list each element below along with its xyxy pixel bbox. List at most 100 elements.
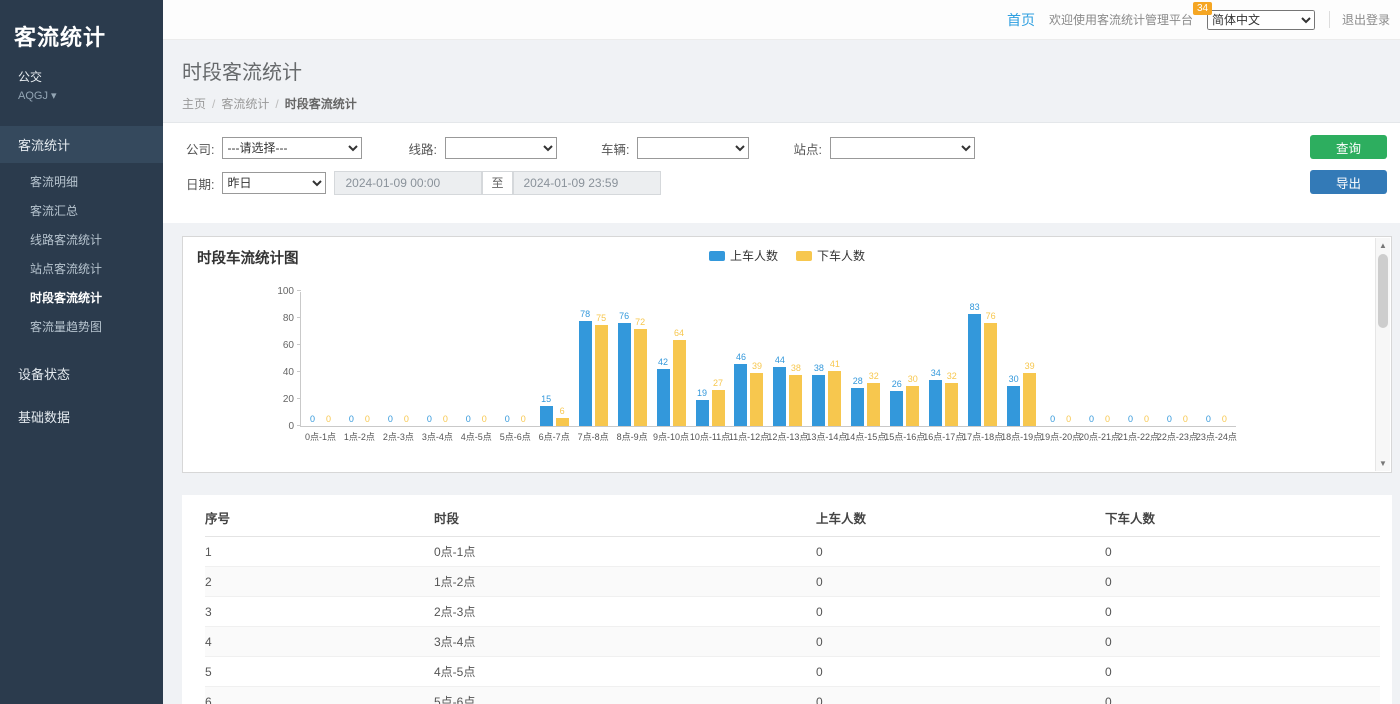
breadcrumb-item[interactable]: 客流统计	[221, 95, 269, 112]
x-axis-label: 9点-10点	[653, 430, 689, 443]
bar-value-label: 0	[1128, 414, 1133, 425]
bar	[851, 388, 864, 426]
legend-swatch	[709, 251, 725, 261]
bar-value-label: 0	[521, 414, 526, 425]
bar-column: 32	[866, 371, 882, 426]
scrollbar-thumb[interactable]	[1378, 254, 1388, 328]
bar-value-label: 0	[388, 414, 393, 425]
filter-panel: 公司: ---请选择--- 线路: 车辆: 站点: 日期: 昨日 至 查询 导出	[163, 122, 1400, 223]
date-end-input[interactable]	[513, 171, 661, 195]
bar-group: 0019点-20点	[1041, 292, 1080, 426]
date-start-input[interactable]	[334, 171, 482, 195]
bar	[750, 373, 763, 426]
bar	[556, 418, 569, 426]
legend-item[interactable]: 下车人数	[796, 247, 865, 264]
y-axis-tick-label: 60	[283, 340, 294, 351]
bar	[712, 390, 725, 426]
bar-value-label: 72	[635, 317, 645, 328]
bar-column: 6	[554, 406, 570, 426]
bar-value-label: 0	[427, 414, 432, 425]
bar-value-label: 41	[830, 359, 840, 370]
bar-value-label: 76	[619, 311, 629, 322]
sidebar-section-passenger-stats[interactable]: 客流统计	[0, 126, 163, 163]
bar	[657, 369, 670, 426]
bar-column: 41	[827, 359, 843, 426]
date-to-label: 至	[482, 171, 512, 195]
bar-column: 26	[889, 379, 905, 426]
line-select[interactable]	[445, 137, 557, 159]
table-cell: 0	[1105, 627, 1380, 657]
bar-value-label: 32	[947, 371, 957, 382]
bar-value-label: 0	[404, 414, 409, 425]
bar-group: 42649点-10点	[652, 292, 691, 426]
breadcrumb-item[interactable]: 主页	[182, 95, 206, 112]
vehicle-select[interactable]	[637, 137, 749, 159]
table-cell: 3点-4点	[434, 627, 816, 657]
bar-value-label: 0	[1050, 414, 1055, 425]
logout-link[interactable]: 退出登录	[1329, 11, 1390, 28]
topbar: 首页 欢迎使用客流统计管理平台 34 简体中文 退出登录	[163, 0, 1400, 40]
bar	[890, 391, 903, 426]
scroll-down-icon[interactable]: ▼	[1376, 459, 1390, 468]
scroll-up-icon[interactable]: ▲	[1376, 241, 1390, 250]
action-buttons: 查询 导出	[1310, 135, 1387, 194]
date-preset-select[interactable]: 昨日	[222, 172, 326, 194]
sidebar-item[interactable]: 线路客流统计	[0, 225, 163, 254]
sidebar-item[interactable]: 客流量趋势图	[0, 312, 163, 341]
bar-value-label: 46	[736, 352, 746, 363]
chart-plot: 020406080100000点-1点001点-2点002点-3点003点-4点…	[300, 292, 1236, 427]
sidebar-section-base-data[interactable]: 基础数据	[0, 398, 163, 435]
export-button[interactable]: 导出	[1310, 170, 1387, 194]
bar-group: 003点-4点	[418, 292, 457, 426]
bar-column: 0	[421, 414, 437, 426]
sidebar-item[interactable]: 时段客流统计	[0, 283, 163, 312]
line-label: 线路:	[408, 139, 436, 158]
bar-value-label: 0	[310, 414, 315, 425]
sidebar-section-device-status[interactable]: 设备状态	[0, 355, 163, 392]
bar-column: 0	[1161, 414, 1177, 426]
bar-value-label: 76	[986, 311, 996, 322]
x-axis-label: 21点-22点	[1118, 430, 1159, 443]
bar-column: 0	[343, 414, 359, 426]
query-button[interactable]: 查询	[1310, 135, 1387, 159]
company-select[interactable]: ---请选择---	[222, 137, 362, 159]
x-axis-label: 14点-15点	[845, 430, 886, 443]
bar	[734, 364, 747, 426]
y-axis-tick-mark	[297, 290, 301, 291]
bar-column: 30	[905, 374, 921, 427]
bar-group: 0021点-22点	[1119, 292, 1158, 426]
bar-group: 192710点-11点	[691, 292, 730, 426]
user-dropdown[interactable]: AQGJ ▾	[18, 89, 149, 102]
bar-column: 0	[437, 414, 453, 426]
bar-value-label: 0	[1222, 414, 1227, 425]
station-select[interactable]	[830, 137, 975, 159]
bar	[1007, 386, 1020, 427]
x-axis-label: 2点-3点	[383, 430, 414, 443]
breadcrumb-separator: /	[275, 97, 278, 111]
x-axis-label: 23点-24点	[1196, 430, 1237, 443]
sidebar-item[interactable]: 站点客流统计	[0, 254, 163, 283]
table-cell: 0	[816, 567, 1105, 597]
sidebar-item[interactable]: 客流汇总	[0, 196, 163, 225]
home-link[interactable]: 首页	[1007, 10, 1035, 30]
language-select[interactable]: 简体中文	[1207, 10, 1315, 30]
notification-badge[interactable]: 34	[1193, 2, 1212, 15]
sidebar-menu: 客流统计 客流明细客流汇总线路客流统计站点客流统计时段客流统计客流量趋势图 设备…	[0, 126, 163, 435]
brand-block: 客流统计 公交 AQGJ ▾	[0, 0, 163, 108]
legend-label: 下车人数	[817, 247, 865, 264]
breadcrumb-item: 时段客流统计	[285, 95, 357, 112]
table-row: 65点-6点00	[205, 687, 1380, 704]
bar	[1023, 373, 1036, 426]
bar-column: 83	[967, 302, 983, 426]
bar-value-label: 30	[1009, 374, 1019, 385]
bar-column: 0	[1216, 414, 1232, 426]
bar-column: 72	[632, 317, 648, 426]
bar-value-label: 0	[443, 414, 448, 425]
x-axis-label: 20点-21点	[1079, 430, 1120, 443]
bar-group: 837617点-18点	[963, 292, 1002, 426]
chart-vertical-scrollbar[interactable]: ▲ ▼	[1375, 238, 1390, 471]
sidebar-item[interactable]: 客流明细	[0, 167, 163, 196]
legend-item[interactable]: 上车人数	[709, 247, 778, 264]
caret-down-icon: ▾	[51, 90, 57, 102]
table-cell: 0	[816, 537, 1105, 567]
